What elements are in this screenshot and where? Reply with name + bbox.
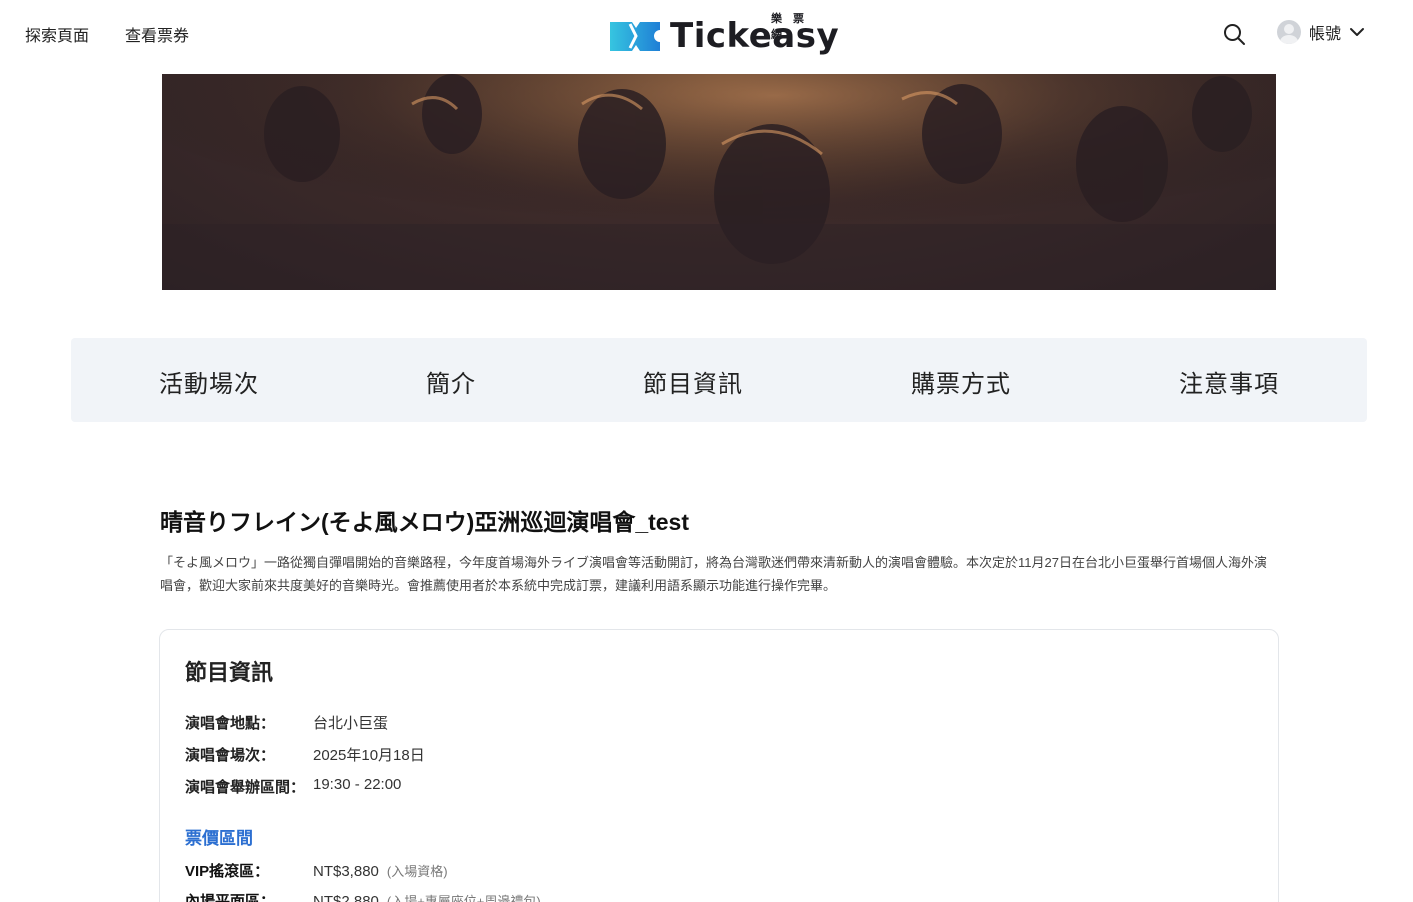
info-label: 演唱會地點：	[185, 715, 276, 732]
account-menu[interactable]: 帳號	[1277, 20, 1365, 44]
nav-tickets-link[interactable]: 查看票券	[125, 22, 189, 46]
tickeasy-logo[interactable]: Tickeasy 樂票網	[606, 12, 839, 60]
price-range-heading: 票價區間	[185, 829, 253, 848]
search-icon[interactable]	[1222, 22, 1246, 46]
event-banner-image	[162, 74, 1276, 290]
info-label: 演唱會場次：	[185, 747, 276, 764]
event-tabs: 活動場次 簡介 節目資訊 購票方式 注意事項	[71, 338, 1367, 422]
price-label: VIP搖滾區：	[185, 863, 270, 880]
price-row-floor: 內場平面區： NT$2,880 (入場+專屬座位+周邊禮包)	[185, 890, 541, 902]
chevron-down-icon	[1350, 28, 1365, 36]
tab-sessions[interactable]: 活動場次	[159, 364, 259, 399]
info-value: 台北小巨蛋	[313, 715, 389, 732]
avatar	[1277, 20, 1301, 44]
price-note: (入場資格)	[386, 864, 448, 879]
event-description: 「そよ風メロウ」一路從獨自彈唱開始的音樂路程，今年度首場海外ライブ演唱會等活動開…	[160, 555, 1267, 593]
price-value: NT$2,880	[313, 893, 379, 902]
price-label: 內場平面區：	[185, 893, 276, 902]
logo-mark-icon	[610, 22, 660, 51]
nav-explore-link[interactable]: 探索頁面	[25, 22, 89, 46]
tab-notices[interactable]: 注意事項	[1179, 364, 1279, 399]
program-info-title: 節目資訊	[185, 660, 274, 685]
info-value: 2025年10月18日	[313, 747, 425, 764]
info-row-venue: 演唱會地點： 台北小巨蛋	[185, 712, 388, 733]
info-row-time: 演唱會舉辦區間： 19:30 - 22:00	[185, 776, 401, 797]
info-value: 19:30 - 22:00	[313, 776, 402, 793]
logo-subtitle: 樂票網	[771, 13, 815, 41]
program-info-card: 節目資訊 演唱會地點： 台北小巨蛋 演唱會場次： 2025年10月18日 演唱會…	[159, 629, 1279, 902]
top-header: 探索頁面 查看票券 Tickeasy 樂票網 帳號	[0, 0, 1413, 74]
header-nav: 探索頁面 查看票券	[25, 22, 189, 46]
price-note: (入場+專屬座位+周邊禮包)	[386, 894, 541, 902]
crowd-silhouette-image	[162, 74, 1276, 290]
tab-program-info[interactable]: 節目資訊	[643, 364, 743, 399]
account-label: 帳號	[1309, 26, 1342, 43]
price-row-vip: VIP搖滾區： NT$3,880 (入場資格)	[185, 860, 448, 881]
price-value: NT$3,880	[313, 863, 379, 880]
tab-purchase-method[interactable]: 購票方式	[911, 364, 1011, 399]
info-row-date: 演唱會場次： 2025年10月18日	[185, 744, 425, 765]
event-title: 晴音りフレイン(そよ風メロウ)亞洲巡迴演唱會_test	[160, 509, 690, 535]
tab-intro[interactable]: 簡介	[426, 364, 476, 399]
info-label: 演唱會舉辦區間：	[185, 779, 306, 796]
